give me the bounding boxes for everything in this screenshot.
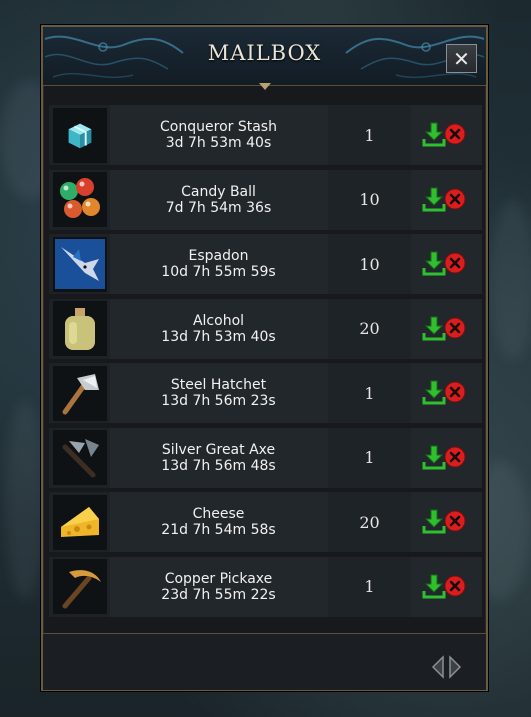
download-arrow-icon[interactable]: [422, 315, 446, 341]
download-arrow-icon[interactable]: [422, 186, 446, 212]
item-icon-slot[interactable]: [49, 363, 110, 423]
item-expiry: 13d 7h 56m 23s: [161, 393, 276, 409]
item-actions: [414, 363, 482, 423]
item-expiry: 10d 7h 55m 59s: [161, 264, 276, 280]
item-info: Espadon 10d 7h 55m 59s: [112, 234, 325, 294]
cheese-icon: [52, 494, 107, 550]
red-x-circle-icon[interactable]: [444, 252, 466, 274]
mail-row: Silver Great Axe 13d 7h 56m 48s 1: [49, 427, 482, 488]
item-icon-slot[interactable]: [49, 298, 110, 359]
item-info: Cheese 21d 7h 54m 58s: [112, 492, 325, 552]
red-x-circle-icon[interactable]: [444, 188, 466, 210]
item-quantity: 10: [328, 169, 411, 230]
mail-row: Candy Ball 7d 7h 54m 36s 10: [49, 169, 482, 230]
arrow-right-icon[interactable]: [448, 655, 462, 679]
item-actions: [414, 169, 482, 230]
item-name: Alcohol: [192, 312, 245, 329]
item-icon-slot[interactable]: [49, 169, 110, 230]
item-quantity: 1: [328, 427, 411, 488]
great-axe-icon: [52, 430, 107, 485]
item-info: Candy Ball 7d 7h 54m 36s: [112, 169, 325, 230]
item-expiry: 7d 7h 54m 36s: [165, 199, 272, 216]
mailbox-window: MAILBOX ✕ Conqueror Stash 3d 7h 53m 40s 1 C…: [41, 25, 488, 691]
item-icon-slot[interactable]: [49, 427, 110, 488]
swordfish-icon: [52, 236, 107, 292]
mail-row: Conqueror Stash 3d 7h 53m 40s 1: [49, 105, 482, 165]
item-icon-slot[interactable]: [49, 492, 110, 552]
item-name: Conqueror Stash: [160, 119, 277, 135]
item-expiry: 13d 7h 53m 40s: [161, 328, 276, 345]
item-expiry: 23d 7h 55m 22s: [161, 586, 276, 603]
item-icon-slot[interactable]: [49, 234, 110, 294]
item-info: Alcohol 13d 7h 53m 40s: [112, 298, 325, 359]
mail-row: Steel Hatchet 13d 7h 56m 23s 1: [49, 363, 482, 423]
close-button[interactable]: ✕: [446, 44, 477, 73]
item-name: Silver Great Axe: [161, 441, 276, 458]
item-actions: [414, 298, 482, 359]
item-name: Cheese: [192, 506, 245, 522]
item-actions: [414, 234, 482, 294]
download-arrow-icon[interactable]: [422, 379, 446, 405]
item-info: Conqueror Stash 3d 7h 53m 40s: [112, 105, 325, 165]
pickaxe-icon: [52, 559, 107, 614]
red-x-circle-icon[interactable]: [444, 510, 466, 532]
download-arrow-icon[interactable]: [422, 573, 446, 599]
item-name: Espadon: [188, 248, 249, 264]
item-expiry: 21d 7h 54m 58s: [161, 522, 276, 538]
candy-balls-icon: [52, 172, 107, 227]
arrow-left-icon[interactable]: [431, 655, 445, 679]
mail-row: Alcohol 13d 7h 53m 40s 20: [49, 298, 482, 359]
item-quantity: 1: [328, 363, 411, 423]
item-name: Steel Hatchet: [170, 377, 267, 393]
window-title: MAILBOX: [207, 41, 322, 65]
item-quantity: 1: [328, 556, 411, 617]
item-actions: [414, 105, 482, 165]
item-quantity: 20: [328, 298, 411, 359]
item-quantity: 20: [328, 492, 411, 552]
item-quantity: 1: [328, 105, 411, 165]
red-x-circle-icon[interactable]: [444, 317, 466, 339]
red-x-circle-icon[interactable]: [444, 123, 466, 145]
red-x-circle-icon[interactable]: [444, 446, 466, 468]
close-icon: ✕: [453, 46, 470, 71]
hatchet-icon: [52, 365, 107, 421]
item-icon-slot[interactable]: [49, 105, 110, 165]
red-x-circle-icon[interactable]: [444, 575, 466, 597]
red-x-circle-icon[interactable]: [444, 381, 466, 403]
window-header: MAILBOX ✕: [43, 27, 486, 86]
download-arrow-icon[interactable]: [422, 508, 446, 534]
item-icon-slot[interactable]: [49, 556, 110, 617]
item-info: Silver Great Axe 13d 7h 56m 48s: [112, 427, 325, 488]
bottle-icon: [52, 301, 107, 356]
item-actions: [414, 556, 482, 617]
item-quantity: 10: [328, 234, 411, 294]
item-name: Copper Pickaxe: [164, 570, 273, 587]
download-arrow-icon[interactable]: [422, 444, 446, 470]
item-name: Candy Ball: [181, 183, 256, 200]
header-notch-icon: [259, 83, 271, 90]
download-arrow-icon[interactable]: [422, 250, 446, 276]
download-arrow-icon[interactable]: [422, 121, 446, 147]
mail-row: Copper Pickaxe 23d 7h 55m 22s 1: [49, 556, 482, 617]
item-expiry: 13d 7h 56m 48s: [161, 457, 276, 474]
item-actions: [414, 492, 482, 552]
item-info: Steel Hatchet 13d 7h 56m 23s: [112, 363, 325, 423]
item-expiry: 3d 7h 53m 40s: [165, 135, 272, 151]
item-info: Copper Pickaxe 23d 7h 55m 22s: [112, 556, 325, 617]
mail-row: Espadon 10d 7h 55m 59s 10: [49, 234, 482, 294]
mail-row: Cheese 21d 7h 54m 58s 20: [49, 492, 482, 552]
window-footer: [43, 633, 486, 690]
item-actions: [414, 427, 482, 488]
gift-box-icon: [52, 107, 107, 163]
